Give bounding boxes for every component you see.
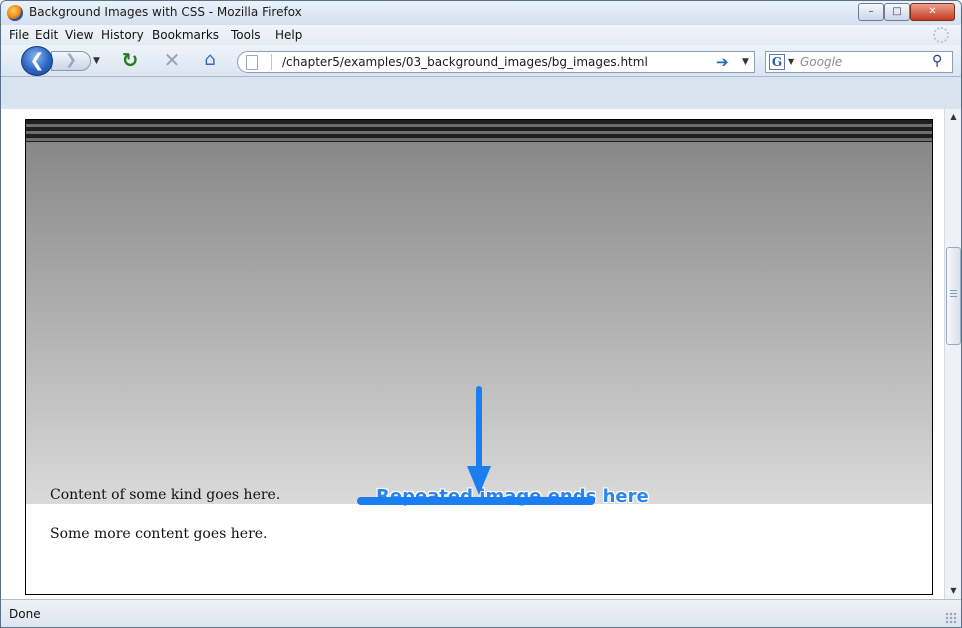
stop-button[interactable]: ✕ (161, 49, 183, 71)
history-dropdown-icon[interactable]: ▼ (93, 56, 100, 66)
window-title: Background Images with CSS - Mozilla Fir… (29, 5, 302, 19)
content-paragraph-2: Some more content goes here. (50, 526, 268, 542)
url-dropdown-icon[interactable]: ▼ (742, 57, 749, 67)
forward-icon: ❯ (65, 52, 77, 68)
url-text[interactable]: /chapter5/examples/03_background_images/… (282, 55, 648, 69)
go-icon[interactable]: ➔ (716, 53, 729, 71)
reload-icon: ↻ (121, 48, 139, 72)
menu-history[interactable]: History (101, 28, 144, 42)
firefox-logo-icon (7, 5, 23, 21)
reload-button[interactable]: ↻ (119, 49, 141, 71)
stop-icon: ✕ (163, 48, 181, 72)
resize-grip-icon[interactable] (945, 612, 957, 624)
home-button[interactable]: ⌂ (199, 49, 221, 71)
page-container: Content of some kind goes here. Some mor… (25, 119, 933, 595)
scroll-thumb[interactable] (946, 247, 961, 345)
page-icon (246, 55, 258, 70)
scroll-down-icon[interactable]: ▼ (945, 583, 961, 599)
search-engine-dropdown-icon[interactable]: ▼ (788, 57, 794, 66)
content-paragraph: Content of some kind goes here. (50, 487, 281, 503)
menu-view[interactable]: View (65, 28, 93, 42)
search-box[interactable]: G ▼ Google ⚲ (765, 51, 953, 73)
header-stripes (26, 120, 932, 142)
scroll-up-icon[interactable]: ▲ (945, 109, 961, 125)
address-bar[interactable]: /chapter5/examples/03_background_images/… (237, 51, 755, 73)
browser-window: Background Images with CSS - Mozilla Fir… (0, 0, 962, 628)
url-divider (271, 54, 272, 70)
menu-tools[interactable]: Tools (231, 28, 261, 42)
menu-bookmarks[interactable]: Bookmarks (152, 28, 219, 42)
navigation-toolbar: ❯ ❮ ▼ ↻ ✕ ⌂ /chapter5/examples/03_backgr… (1, 45, 961, 77)
page-viewport: Content of some kind goes here. Some mor… (1, 109, 944, 599)
title-bar: Background Images with CSS - Mozilla Fir… (1, 1, 961, 25)
grip-icon (950, 290, 957, 298)
menu-bar: File Edit View History Bookmarks Tools H… (1, 25, 961, 45)
menu-help[interactable]: Help (275, 28, 302, 42)
search-engine-icon[interactable]: G (769, 54, 785, 70)
throbber-icon (933, 27, 949, 43)
status-bar: Done (1, 599, 961, 627)
home-icon: ⌂ (204, 49, 216, 70)
magnifier-icon[interactable]: ⚲ (932, 53, 942, 69)
search-input[interactable]: Google (800, 55, 842, 69)
annotation-label: Repeated image ends here (376, 486, 649, 507)
repeated-background-image (26, 142, 932, 504)
maximize-button[interactable]: □ (884, 3, 910, 21)
close-button[interactable]: ✕ (910, 3, 955, 21)
back-button[interactable]: ❮ (21, 46, 53, 76)
forward-button[interactable]: ❯ (51, 51, 91, 71)
menu-edit[interactable]: Edit (35, 28, 58, 42)
minimize-button[interactable]: – (858, 3, 884, 21)
vertical-scrollbar[interactable]: ▲ ▼ (944, 109, 961, 599)
back-icon: ❮ (29, 50, 45, 71)
status-text: Done (9, 607, 41, 621)
menu-file[interactable]: File (9, 28, 29, 42)
